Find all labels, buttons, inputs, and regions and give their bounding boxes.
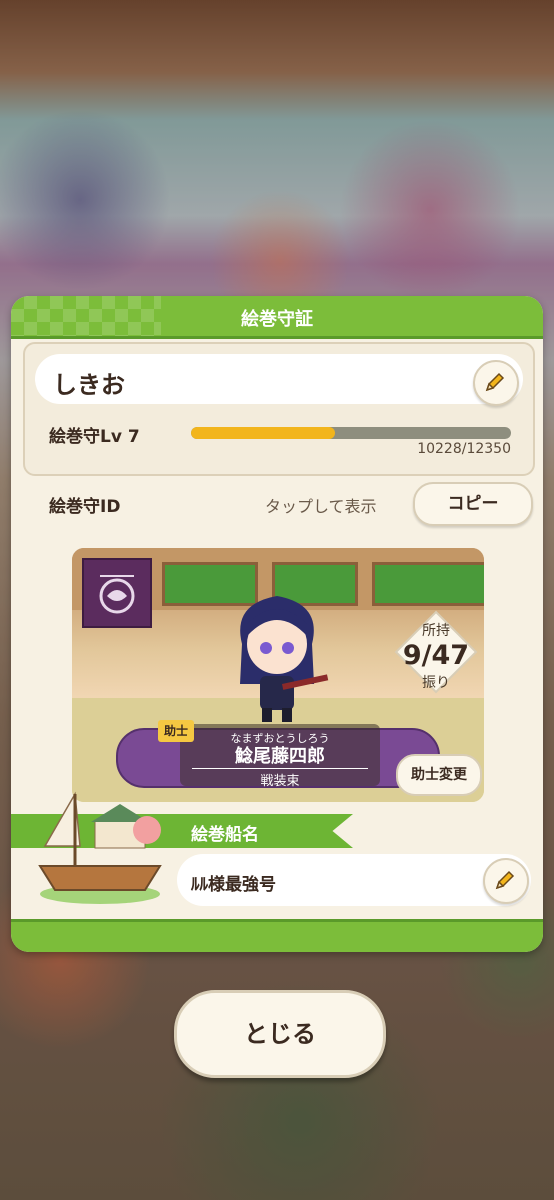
profile-card-panel: 絵巻守証 しきお 絵巻守Lv 7 10228/12350 絵巻守ID タップして…: [11, 296, 543, 952]
scene-window: [372, 562, 484, 606]
change-assistant-button[interactable]: 助士変更: [396, 754, 482, 796]
id-row: 絵巻守ID タップして表示 コピー: [23, 478, 533, 528]
edit-name-button[interactable]: [473, 360, 519, 406]
pencil-icon: [495, 870, 515, 890]
panel-title: 絵巻守証: [241, 309, 313, 330]
owned-unit: 振り: [422, 675, 450, 691]
ship-icon: [38, 791, 162, 904]
id-tap-to-show[interactable]: タップして表示: [265, 493, 377, 517]
owned-count: 9/47: [402, 640, 470, 671]
ship-title: 絵巻船名: [191, 825, 259, 845]
player-name: しきお: [53, 371, 125, 399]
xp-bar-fill: [191, 427, 335, 439]
copy-button[interactable]: コピー: [413, 482, 533, 526]
close-button[interactable]: とじる: [174, 990, 386, 1078]
panel-footer: [11, 919, 543, 952]
assistant-scene: 所持 9/47 振り 助士 なまずおとうしろう 鯰尾藤四郎 戦装束 助士変更: [72, 548, 484, 802]
owned-label: 所持: [422, 623, 450, 639]
panel-header: 絵巻守証: [11, 296, 543, 339]
edit-ship-name-button[interactable]: [483, 858, 529, 904]
ship-name: ﾙﾙ様最強号: [191, 875, 276, 895]
xp-bar: [191, 427, 511, 439]
character-sprite: [240, 596, 329, 722]
player-name-field: しきお: [35, 354, 523, 404]
crest-icon: [82, 558, 152, 628]
assistant-costume: 戦装束: [260, 774, 300, 789]
xp-text: 10228/12350: [417, 441, 511, 457]
pencil-icon: [485, 372, 505, 392]
level-label: 絵巻守Lv 7: [49, 427, 140, 447]
nameplate-divider: [192, 768, 368, 769]
assistant-name: 鯰尾藤四郎: [235, 746, 325, 767]
id-label: 絵巻守ID: [49, 497, 121, 517]
